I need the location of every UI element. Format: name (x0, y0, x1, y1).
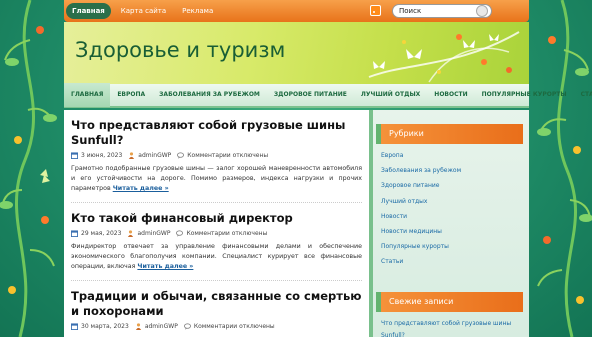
top-nav-sitemap[interactable]: Карта сайта (115, 3, 172, 19)
comment-icon (183, 323, 191, 330)
post-author[interactable]: adminGWP (145, 323, 178, 330)
top-nav-advertising[interactable]: Реклама (176, 3, 219, 19)
post-title[interactable]: Что представляют собой грузовые шины Sun… (71, 118, 362, 148)
main-nav-diseases-abroad[interactable]: ЗАБОЛЕВАНИЯ ЗА РУБЕЖОМ (152, 83, 267, 107)
post-date: 29 мая, 2023 (81, 230, 122, 237)
post-excerpt-text: Финдиректор отвечает за управление финан… (71, 243, 362, 270)
rubric-link[interactable]: Статьи (381, 256, 529, 271)
main-nav-news[interactable]: НОВОСТИ (427, 83, 474, 107)
calendar-icon (71, 152, 78, 159)
main-nav-articles[interactable]: СТАТЬИ (574, 83, 592, 107)
post: Что представляют собой грузовые шины Sun… (64, 110, 369, 203)
post-date: 3 июня, 2023 (81, 152, 123, 159)
comment-icon (176, 230, 184, 237)
comment-icon (177, 152, 185, 159)
sidebar: Рубрики Европа Заболевания за рубежом Зд… (369, 110, 529, 337)
main-nav-healthy-food[interactable]: ЗДОРОВОЕ ПИТАНИЕ (267, 83, 354, 107)
recent-post-link[interactable]: Что представляют собой грузовые шины Sun… (381, 318, 529, 337)
post: Традиции и обычаи, связанные со смертью … (64, 281, 369, 330)
rubric-link[interactable]: Новости (381, 211, 529, 226)
page-wrapper: Главная Карта сайта Реклама Здоровье и т… (64, 0, 592, 337)
author-icon (128, 230, 134, 237)
rubric-link[interactable]: Европа (381, 150, 529, 165)
post-meta: 30 марта, 2023 adminGWP Комментарии откл… (71, 323, 362, 330)
post-date: 30 марта, 2023 (81, 323, 129, 330)
post-author[interactable]: adminGWP (138, 152, 171, 159)
post-title[interactable]: Кто такой финансовый директор (71, 211, 362, 226)
site-title[interactable]: Здоровье и туризм (75, 38, 285, 62)
author-icon (135, 323, 141, 330)
rubric-link[interactable]: Лучший отдых (381, 196, 529, 211)
site-header: Здоровье и туризм (64, 22, 529, 84)
rubric-link[interactable]: Заболевания за рубежом (381, 165, 529, 180)
post-excerpt: Финдиректор отвечает за управление финан… (71, 242, 362, 272)
read-more-link[interactable]: Читать далее » (113, 185, 169, 192)
search-button-icon[interactable] (476, 5, 488, 17)
main-content: Что представляют собой грузовые шины Sun… (64, 110, 369, 337)
post-comments: Комментарии отключены (193, 323, 275, 330)
rubric-link[interactable]: Популярные курорты (381, 241, 529, 256)
rubrics-widget-title: Рубрики (376, 124, 523, 144)
calendar-icon (71, 323, 78, 330)
calendar-icon (71, 230, 78, 237)
post-title[interactable]: Традиции и обычаи, связанные со смертью … (71, 289, 362, 319)
recent-posts-list: Что представляют собой грузовые шины Sun… (373, 312, 529, 337)
rubric-link[interactable]: Новости медицины (381, 226, 529, 241)
post-author[interactable]: adminGWP (137, 230, 170, 237)
floral-vine-left-decoration (0, 0, 57, 337)
main-nav-europe[interactable]: ЕВРОПА (110, 83, 152, 107)
post-meta: 29 мая, 2023 adminGWP Комментарии отключ… (71, 230, 362, 237)
post-comments: Комментарии отключены (187, 152, 269, 159)
author-icon (129, 152, 135, 159)
top-bar: Главная Карта сайта Реклама (64, 0, 529, 22)
post: Кто такой финансовый директор 29 мая, 20… (64, 203, 369, 281)
main-nav: ГЛАВНАЯ ЕВРОПА ЗАБОЛЕВАНИЯ ЗА РУБЕЖОМ ЗД… (64, 83, 592, 108)
butterflies-decoration (368, 31, 520, 83)
recent-posts-widget-title: Свежие записи (376, 291, 523, 312)
rubric-link[interactable]: Здоровое питание (381, 180, 529, 195)
floral-vine-right-decoration (537, 0, 592, 337)
main-nav-home[interactable]: ГЛАВНАЯ (64, 83, 111, 107)
post-meta: 3 июня, 2023 adminGWP Комментарии отключ… (71, 152, 362, 159)
rubrics-list: Европа Заболевания за рубежом Здоровое п… (373, 144, 529, 272)
post-comments: Комментарии отключены (186, 230, 268, 237)
main-nav-best-rest[interactable]: ЛУЧШИЙ ОТДЫХ (354, 83, 427, 107)
rss-icon[interactable] (370, 5, 381, 16)
main-nav-popular-resorts[interactable]: ПОПУЛЯРНЫЕ КУРОРТЫ (475, 83, 574, 107)
post-excerpt: Грамотно подобранные грузовые шины — зал… (71, 164, 362, 194)
top-nav: Главная Карта сайта Реклама (66, 3, 219, 19)
top-nav-home[interactable]: Главная (66, 3, 111, 19)
read-more-link[interactable]: Читать далее » (137, 263, 193, 270)
